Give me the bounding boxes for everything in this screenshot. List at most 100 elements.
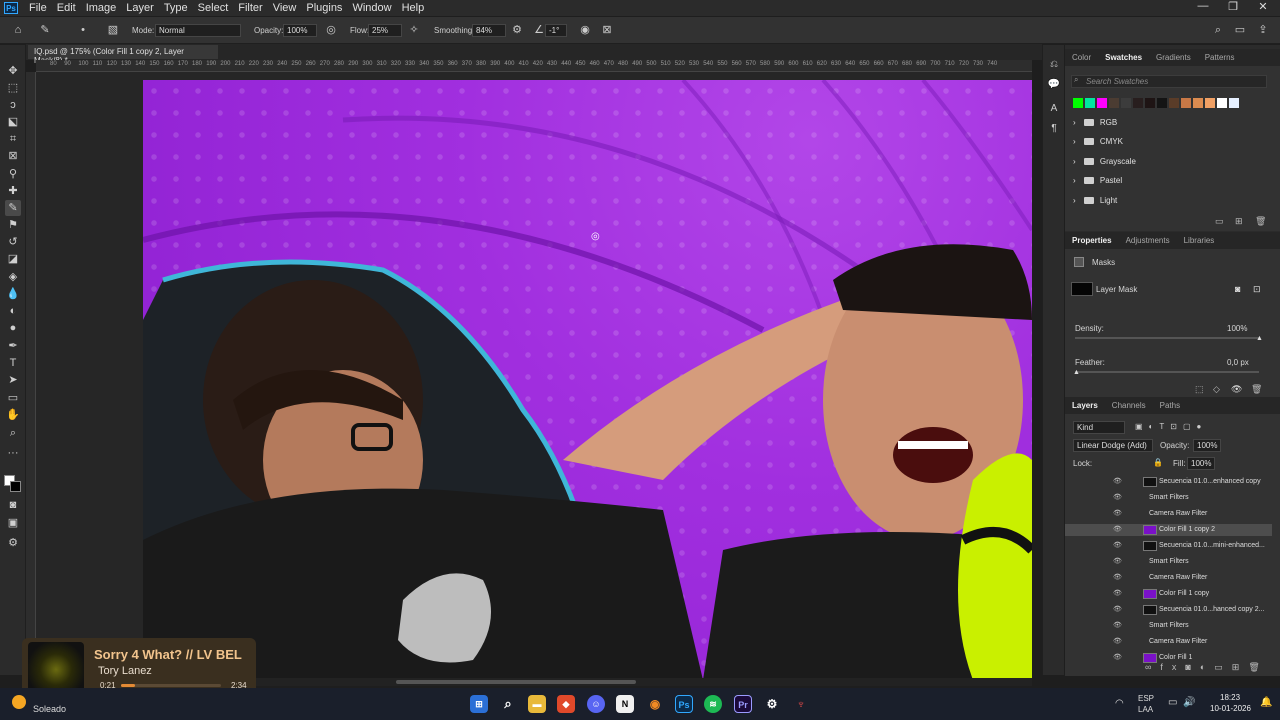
healing-brush-tool-icon[interactable]: ✚ <box>5 183 21 199</box>
menu-type[interactable]: Type <box>159 2 193 14</box>
layer-row[interactable]: 👁 Smart Filters <box>1065 492 1272 504</box>
notifications-icon[interactable]: 🔔 <box>1260 697 1272 708</box>
layer-row[interactable]: 👁 Camera Raw Filter <box>1065 572 1272 584</box>
tab-channels[interactable]: Channels <box>1105 401 1153 410</box>
paragraph-panel-icon[interactable]: ¶ <box>1047 123 1061 137</box>
density-slider-handle[interactable]: ▲ <box>1256 335 1263 342</box>
burn-tool-icon[interactable]: ● <box>5 320 21 336</box>
layer-row[interactable]: 👁 Secuencia 01.0...mini-enhanced... <box>1065 540 1272 552</box>
minimize-button[interactable]: — <box>1188 0 1218 12</box>
pen-tool-icon[interactable]: ✒ <box>5 338 21 354</box>
brush-tool-icon[interactable]: ✎ <box>5 200 21 216</box>
rectangle-tool-icon[interactable]: ▭ <box>5 390 21 406</box>
close-button[interactable]: ✕ <box>1248 0 1278 13</box>
layer-visibility-eye-icon[interactable]: 👁 <box>1113 637 1122 645</box>
tab-layers[interactable]: Layers <box>1065 401 1105 410</box>
layer-row[interactable]: 👁 Secuencia 01.0...hanced copy 2... <box>1065 604 1272 616</box>
eraser-tool-icon[interactable]: ◪ <box>5 251 21 267</box>
paint-bucket-tool-icon[interactable]: ◈ <box>5 269 21 285</box>
layer-visibility-eye-icon[interactable]: 👁 <box>1113 653 1122 661</box>
layer-actions[interactable]: ∞fx◙◐▭⊞🗑 <box>1145 662 1269 673</box>
screen-mode-icon[interactable]: ▣ <box>5 515 21 531</box>
clock-date[interactable]: 10-01-2026 <box>1210 704 1251 713</box>
progress-bar[interactable] <box>121 684 221 687</box>
color-swatch[interactable] <box>1085 98 1095 108</box>
layer-row[interactable]: 👁 Smart Filters <box>1065 556 1272 568</box>
move-tool-icon[interactable]: ✥ <box>5 63 21 79</box>
layer-row[interactable]: 👁 Secuencia 01.0...enhanced copy <box>1065 476 1272 488</box>
notion-icon[interactable]: N <box>616 695 634 713</box>
layer-filter-kind-select[interactable]: Kind <box>1073 421 1125 434</box>
taskbar-search-icon[interactable]: ⌕ <box>499 695 517 713</box>
language-secondary[interactable]: LAA <box>1138 705 1153 714</box>
color-swatch[interactable] <box>1073 98 1083 108</box>
menu-edit[interactable]: Edit <box>52 2 81 14</box>
load-selection-icon[interactable]: ⬚ <box>1195 384 1204 395</box>
search-swatches-input[interactable]: Search Swatches <box>1071 75 1267 88</box>
wifi-icon[interactable]: ◠ <box>1115 698 1124 709</box>
maximize-button[interactable]: ❐ <box>1218 0 1248 13</box>
layer-visibility-eye-icon[interactable]: 👁 <box>1113 525 1122 533</box>
photoshop-taskbar-icon[interactable]: Ps <box>675 695 693 713</box>
layer-visibility-eye-icon[interactable]: 👁 <box>1113 573 1122 581</box>
generative-icon[interactable]: ⚙ <box>5 535 21 551</box>
menu-file[interactable]: File <box>24 2 52 14</box>
menu-view[interactable]: View <box>268 2 302 14</box>
tab-swatches[interactable]: Swatches <box>1098 53 1149 62</box>
frame-tool-icon[interactable]: ⊠ <box>5 148 21 164</box>
layer-visibility-eye-icon[interactable]: 👁 <box>1113 541 1122 549</box>
image-canvas[interactable]: ◎ <box>143 80 1032 678</box>
menu-image[interactable]: Image <box>81 2 122 14</box>
opacity-field[interactable]: 100% <box>283 24 317 37</box>
brush-settings-icon[interactable]: ▧ <box>106 23 120 37</box>
tab-patterns[interactable]: Patterns <box>1198 53 1242 62</box>
feather-value[interactable]: 0,0 px <box>1227 358 1249 367</box>
angle-field[interactable]: -1° <box>545 24 567 37</box>
marquee-tool-icon[interactable]: ⬚ <box>5 80 21 96</box>
history-panel-icon[interactable]: ⎌ <box>1047 59 1061 73</box>
pixel-mask-icon[interactable]: ◙ <box>1235 284 1240 294</box>
tab-properties[interactable]: Properties <box>1065 236 1119 245</box>
swatch-folder-pastel[interactable]: › Pastel <box>1073 176 1122 185</box>
blend-mode-select[interactable]: Linear Dodge (Add) <box>1073 439 1153 452</box>
color-swatch[interactable] <box>1097 98 1107 108</box>
share-icon[interactable]: ⇪ <box>1256 23 1270 37</box>
canvas-area[interactable]: ◎ <box>36 72 1032 678</box>
layer-row[interactable]: 👁 Camera Raw Filter <box>1065 508 1272 520</box>
discord-icon[interactable]: ☺ <box>587 695 605 713</box>
smoothing-field[interactable]: 84% <box>472 24 506 37</box>
swatch-folder-cmyk[interactable]: › CMYK <box>1073 137 1123 146</box>
vector-mask-icon[interactable]: ⊡ <box>1253 284 1261 295</box>
volume-icon[interactable]: 🔊 <box>1183 697 1195 708</box>
app2-icon[interactable]: ♆ <box>792 695 810 713</box>
home-icon[interactable]: ⌂ <box>11 23 25 37</box>
file-explorer-icon[interactable]: ▬ <box>528 695 546 713</box>
mode-select[interactable]: Normal <box>155 24 241 37</box>
brush-size-picker-icon[interactable]: • <box>76 23 90 37</box>
start-icon[interactable]: ⊞ <box>470 695 488 713</box>
blur-tool-icon[interactable]: 💧 <box>5 286 21 302</box>
color-swatch[interactable] <box>1133 98 1143 108</box>
layer-visibility-eye-icon[interactable]: 👁 <box>1113 477 1122 485</box>
delete-swatch-icon[interactable]: 🗑 <box>1255 216 1266 227</box>
flow-field[interactable]: 25% <box>368 24 402 37</box>
document-tab[interactable]: IQ.psd @ 175% (Color Fill 1 copy 2, Laye… <box>28 45 218 65</box>
blender-icon[interactable]: ◉ <box>646 695 664 713</box>
scrollbar-thumb[interactable] <box>396 680 636 684</box>
layer-row[interactable]: 👁 Color Fill 1 copy 2 <box>1065 524 1272 536</box>
layer-row[interactable]: 👁 Smart Filters <box>1065 620 1272 632</box>
new-group-icon[interactable]: ▭ <box>1215 216 1224 227</box>
comments-panel-icon[interactable]: 💬 <box>1047 79 1061 93</box>
clone-stamp-tool-icon[interactable]: ⚑ <box>5 217 21 233</box>
color-swatch[interactable] <box>1109 98 1119 108</box>
layer-filter-icons[interactable]: ▣◐T⊡▢● <box>1135 422 1207 431</box>
pressure-size-icon[interactable]: ◉ <box>578 23 592 37</box>
premiere-icon[interactable]: Pr <box>734 695 752 713</box>
pressure-opacity-icon[interactable]: ◎ <box>324 23 338 37</box>
object-selection-tool-icon[interactable]: ⬕ <box>5 114 21 130</box>
tab-paths[interactable]: Paths <box>1153 401 1187 410</box>
swatch-folder-rgb[interactable]: › RGB <box>1073 118 1117 127</box>
delete-mask-icon[interactable]: 🗑 <box>1251 384 1262 395</box>
weather-sun-icon[interactable] <box>12 695 26 709</box>
layer-visibility-eye-icon[interactable]: 👁 <box>1113 589 1122 597</box>
